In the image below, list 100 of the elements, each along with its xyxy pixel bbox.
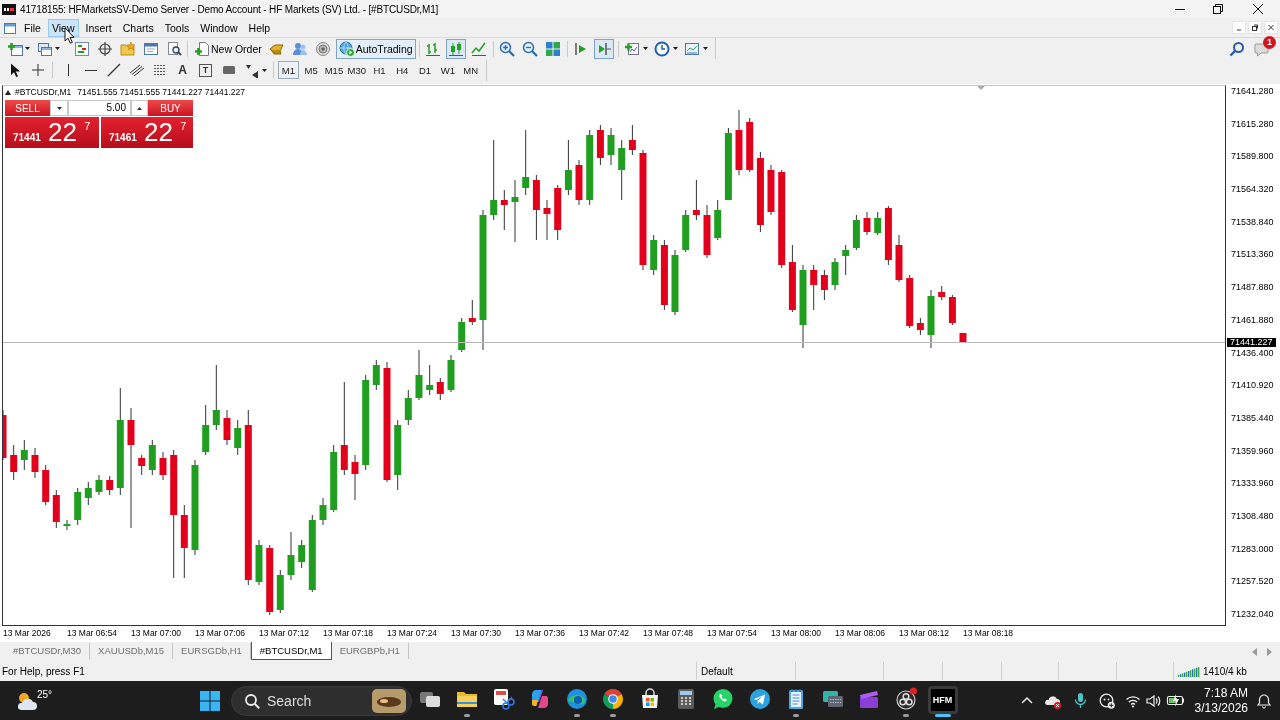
- price-axis-label: 71589.800: [1231, 151, 1275, 162]
- weather-temperature[interactable]: 25°: [37, 688, 53, 700]
- time-axis-label: 13 Mar 2026: [3, 627, 52, 640]
- ring-record-icon[interactable]: [894, 687, 918, 711]
- chart-tab[interactable]: #BTCUSDr,M1: [250, 642, 332, 660]
- tricolor-circle-icon[interactable]: [601, 687, 626, 711]
- chart-tab[interactable]: EURSGDb,H1: [173, 643, 251, 659]
- clock-time[interactable]: 7:18 AM: [1203, 685, 1248, 701]
- timeframe-button[interactable]: M30: [346, 61, 368, 79]
- menu-item[interactable]: Insert: [81, 18, 116, 37]
- price-axis-label: 71461.880: [1231, 314, 1275, 325]
- price-axis-label: 71487.880: [1231, 282, 1275, 293]
- document-window-icon[interactable]: [3, 20, 17, 35]
- menu-item[interactable]: Tools: [160, 18, 194, 37]
- search-icon[interactable]: [1229, 40, 1245, 57]
- time-axis-label: 13 Mar 08:00: [771, 627, 823, 640]
- price-axis-label: 71564.320: [1231, 184, 1275, 195]
- time-axis-label: 13 Mar 07:30: [451, 627, 503, 640]
- price-axis-label: 71641.280: [1231, 86, 1275, 96]
- window-title: 41718155: HFMarketsSV-Demo Server - Demo Account - HF Markets (SV) Ltd. - [#BTCUSDr,M1]: [20, 3, 439, 15]
- microphone-icon[interactable]: [1072, 692, 1089, 709]
- lot-decrease-button[interactable]: [50, 100, 68, 116]
- auto-trading-button[interactable]: AutoTrading: [335, 38, 416, 59]
- timeframe-button[interactable]: M15: [323, 61, 345, 79]
- caret-icon[interactable]: [262, 68, 267, 72]
- price-axis-label: 71333.960: [1231, 478, 1275, 489]
- search-box[interactable]: Search: [231, 685, 412, 716]
- time-axis-label: 13 Mar 06:54: [67, 627, 119, 640]
- text-label-button[interactable]: T: [199, 63, 212, 77]
- time-axis-label: 13 Mar 07:06: [195, 627, 247, 640]
- face-plus-icon[interactable]: [1099, 692, 1115, 709]
- caret-icon[interactable]: [642, 47, 648, 50]
- down-triangle-icon: [56, 106, 62, 110]
- bell-icon[interactable]: [1256, 692, 1272, 709]
- price-axis-label: 71385.440: [1231, 412, 1275, 423]
- time-axis-label: 13 Mar 07:00: [131, 627, 183, 640]
- paper-plane-icon[interactable]: [747, 687, 772, 711]
- price-axis-label: 71308.480: [1231, 510, 1275, 521]
- wave-circle-icon[interactable]: [564, 687, 589, 711]
- timeframe-button[interactable]: H4: [391, 61, 413, 79]
- lot-increase-button[interactable]: [131, 100, 148, 116]
- clock-date[interactable]: 3/13/2026: [1194, 700, 1248, 716]
- timeframe-button[interactable]: D1: [414, 61, 436, 79]
- lot-size-field[interactable]: 5.00: [68, 100, 131, 116]
- chart-tab[interactable]: XAUUSDb,M15: [90, 643, 174, 659]
- menu-item[interactable]: File: [20, 18, 45, 37]
- chart-symbol-label: #BTCUSDr,M1: [15, 87, 72, 98]
- text-tool-button[interactable]: A: [172, 60, 193, 80]
- price-axis-label: 71257.520: [1231, 576, 1275, 587]
- timeframe-button[interactable]: W1: [437, 61, 459, 79]
- timeframe-button[interactable]: MN: [460, 61, 482, 79]
- close-icon[interactable]: [1253, 4, 1263, 14]
- new-order-button[interactable]: New Order: [191, 38, 265, 59]
- buy-price-button[interactable]: 71461 22 $^{7}$: [101, 117, 193, 148]
- search-icon: [244, 692, 260, 709]
- price-axis-label: 71283.000: [1231, 543, 1275, 554]
- caret-icon[interactable]: [672, 47, 678, 50]
- caret-icon[interactable]: [25, 47, 30, 50]
- time-axis-label: 13 Mar 07:36: [515, 627, 567, 640]
- chart-tab[interactable]: EURGBPb,H1: [331, 643, 409, 659]
- timeframe-button[interactable]: H1: [369, 61, 390, 79]
- price-axis-label: 71436.400: [1231, 347, 1275, 358]
- buy-button[interactable]: BUY: [148, 100, 193, 116]
- time-axis-label: 13 Mar 08:18: [963, 627, 1015, 640]
- globe-play-icon: [338, 40, 355, 57]
- chart-shift-icon[interactable]: [594, 38, 615, 59]
- restore-icon[interactable]: [1248, 21, 1262, 34]
- notification-badge: 1: [1263, 35, 1276, 49]
- restore-icon[interactable]: [1213, 4, 1223, 14]
- collapse-triangle-icon[interactable]: [5, 90, 11, 95]
- windows-logo-icon[interactable]: [199, 689, 221, 712]
- time-axis-label: 13 Mar 08:06: [835, 627, 887, 640]
- battery-charging-icon[interactable]: [1166, 692, 1185, 709]
- caret-icon[interactable]: [55, 47, 60, 50]
- time-axis-label: 13 Mar 07:12: [259, 627, 311, 640]
- candlestick-icon[interactable]: [446, 38, 467, 59]
- timeframe-button[interactable]: M5: [300, 61, 322, 79]
- search-highlight-icon: [372, 688, 406, 713]
- current-price-tag: 71441.227: [1227, 338, 1276, 347]
- menu-item[interactable]: Charts: [118, 18, 158, 37]
- connection-bars-icon: [1178, 665, 1200, 677]
- sell-button[interactable]: SELL: [5, 100, 50, 116]
- time-axis-label: 13 Mar 07:48: [643, 627, 695, 640]
- speaker-icon[interactable]: [1145, 692, 1161, 709]
- price-axis-label: 71359.960: [1231, 445, 1275, 456]
- menu-item[interactable]: Help: [244, 18, 275, 37]
- price-axis-label: 71232.040: [1231, 609, 1275, 619]
- timeframe-button[interactable]: M1: [277, 61, 299, 79]
- chart-tab[interactable]: #BTCUSDr,M30: [5, 643, 91, 659]
- caret-icon[interactable]: [702, 47, 708, 50]
- menu-item[interactable]: Window: [196, 18, 242, 37]
- speech-bubble-icon[interactable]: [1254, 40, 1270, 57]
- sell-price-button[interactable]: 71441 22 $^{7}$: [5, 117, 99, 148]
- status-help-text: For Help, press F1: [1, 665, 86, 677]
- traffic-label: 1410/4 kb: [1203, 665, 1247, 677]
- scissors-screen-icon[interactable]: [491, 687, 516, 711]
- time-axis-label: 13 Mar 07:18: [323, 627, 375, 640]
- up-triangle-icon: [137, 106, 142, 110]
- document-plus-icon: [194, 40, 210, 57]
- ohlc-values-label: 71451.555 71451.555 71441.227 71441.227: [77, 87, 246, 98]
